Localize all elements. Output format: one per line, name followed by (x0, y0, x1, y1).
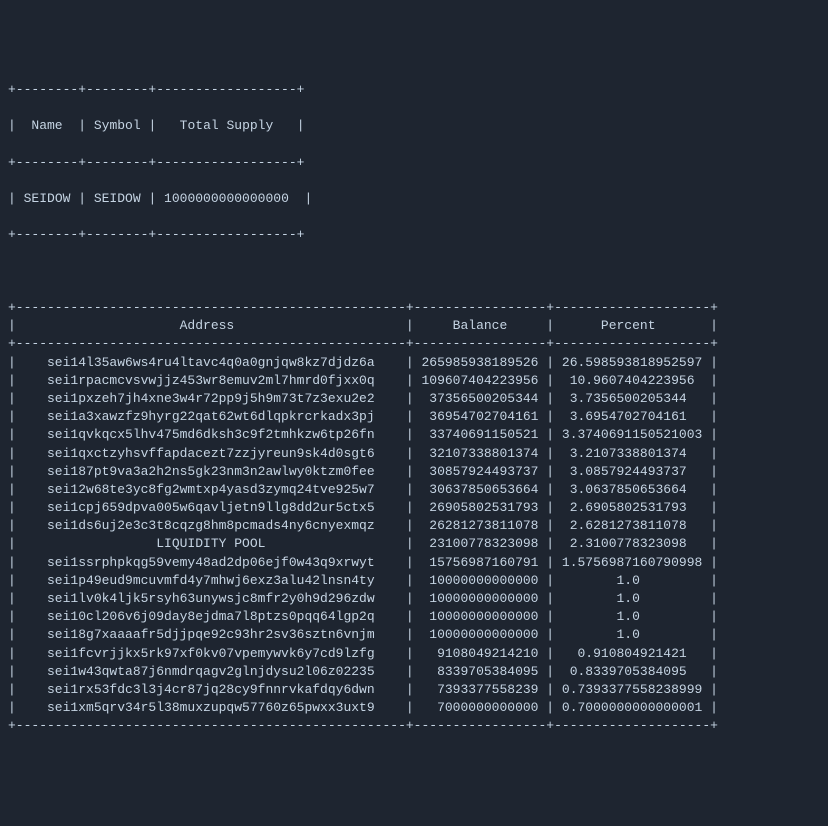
holders-table-row: | sei18g7xaaaafr5djjpqe92c93hr2sv36sztn6… (8, 626, 820, 644)
holders-table-row: | sei1rx53fdc3l3j4cr87jq28cy9fnnrvkafdqy… (8, 681, 820, 699)
token-name: SEIDOW (24, 191, 71, 206)
holders-table-row: | sei1ds6uj2e3c3t8cqzg8hm8pcmads4ny6cnye… (8, 517, 820, 535)
holders-table-row: | sei14l35aw6ws4ru4ltavc4q0a0gnjqw8kz7dj… (8, 354, 820, 372)
holders-table-border-bot: +---------------------------------------… (8, 717, 820, 735)
col-header-name: Name (31, 118, 62, 133)
holders-table-row: | LIQUIDITY POOL | 23100778323098 | 2.31… (8, 535, 820, 553)
token-table-border-mid: +--------+--------+------------------+ (8, 154, 820, 172)
holders-table-row: | sei10cl206v6j09day8ejdma7l8ptzs0pqq64l… (8, 608, 820, 626)
holders-table-row: | sei1w43qwta87j6nmdrqagv2glnjdysu2l06z0… (8, 663, 820, 681)
col-header-symbol: Symbol (94, 118, 141, 133)
spacer (8, 263, 820, 281)
holders-table-row: | sei1pxzeh7jh4xne3w4r72pp9j5h9m73t7z3ex… (8, 390, 820, 408)
holders-table-row: | sei187pt9va3a2h2ns5gk23nm3n2awlwy0ktzm… (8, 463, 820, 481)
holders-table-header-row: | Address | Balance | Percent | (8, 317, 820, 335)
holders-table-row: | sei1fcvrjjkx5rk97xf0kv07vpemywvk6y7cd9… (8, 645, 820, 663)
token-table-header-row: | Name | Symbol | Total Supply | (8, 117, 820, 135)
holders-table-row: | sei1qvkqcx5lhv475md6dksh3c9f2tmhkzw6tp… (8, 426, 820, 444)
holders-table-row: | sei1lv0k4ljk5rsyh63unywsjc8mfr2y0h9d29… (8, 590, 820, 608)
holders-table-border-mid: +---------------------------------------… (8, 335, 820, 353)
col-header-supply: Total Supply (180, 118, 274, 133)
holders-table-border-top: +---------------------------------------… (8, 299, 820, 317)
holders-table-row: | sei12w68te3yc8fg2wmtxp4yasd3zymq24tve9… (8, 481, 820, 499)
holders-table-row: | sei1p49eud9mcuvmfd4y7mhwj6exz3alu42lns… (8, 572, 820, 590)
holders-table-row: | sei1ssrphpkqg59vemy48ad2dp06ejf0w43q9x… (8, 554, 820, 572)
token-table-border-bot: +--------+--------+------------------+ (8, 226, 820, 244)
token-symbol: SEIDOW (94, 191, 141, 206)
holders-table-row: | sei1rpacmcvsvwjjz453wr8emuv2ml7hmrd0fj… (8, 372, 820, 390)
holders-table-row: | sei1a3xawzfz9hyrg22qat62wt6dlqpkrcrkad… (8, 408, 820, 426)
holders-table-row: | sei1xm5qrv34r5l38muxzupqw57760z65pwxx3… (8, 699, 820, 717)
holders-table: +---------------------------------------… (8, 299, 820, 736)
holders-table-row: | sei1qxctzyhsvffapdacezt7zzjyreun9sk4d0… (8, 445, 820, 463)
token-table-data-row: | SEIDOW | SEIDOW | 1000000000000000 | (8, 190, 820, 208)
token-supply: 1000000000000000 (164, 191, 289, 206)
token-table-border-top: +--------+--------+------------------+ (8, 81, 820, 99)
holders-table-row: | sei1cpj659dpva005w6qavljetn9llg8dd2ur5… (8, 499, 820, 517)
